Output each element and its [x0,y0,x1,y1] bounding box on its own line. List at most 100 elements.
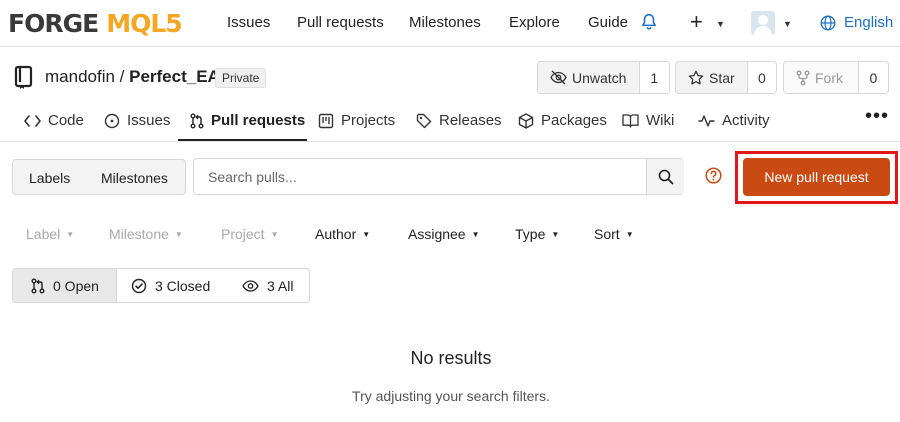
star-icon [688,70,704,85]
eye-icon [242,279,259,292]
tab-packages-label: Packages [541,112,607,129]
pull-request-icon [31,278,45,293]
fork-button[interactable]: Fork [784,62,859,93]
private-badge: Private [215,68,267,88]
star-button-group: Star 0 [675,61,777,94]
tab-projects[interactable]: Projects [318,112,395,129]
top-navbar: FORGE MQL5 Issues Pull requests Mileston… [0,0,900,47]
empty-state-subtitle: Try adjusting your search filters. [352,388,550,404]
labels-button[interactable]: Labels [29,170,70,186]
watch-count[interactable]: 1 [639,62,669,93]
watch-button-group: Unwatch 1 [537,61,670,94]
tab-projects-label: Projects [341,112,396,129]
globe-icon[interactable] [820,15,836,31]
repo-separator: / [114,67,130,86]
assignee-filter-dropdown[interactable]: Assignee ▼ [408,226,480,242]
closed-filter[interactable]: 3 Closed [131,269,210,302]
tab-pull-requests[interactable]: Pull requests [190,112,305,129]
type-filter-dropdown[interactable]: Type ▼ [515,226,559,242]
repo-owner-link[interactable]: mandofin [45,67,115,86]
chevron-down-icon: ▼ [471,230,480,239]
tab-issues[interactable]: Issues [104,112,170,129]
project-filter-dropdown[interactable]: Project ▼ [221,226,279,242]
all-filter[interactable]: 3 All [242,269,293,302]
star-label: Star [709,69,735,86]
chevron-down-icon: ▼ [270,230,279,239]
avatar[interactable] [751,11,775,35]
nav-issues[interactable]: Issues [227,14,270,31]
more-options-icon[interactable]: ••• [865,105,889,128]
state-filter-group: 0 Open 3 Closed 3 All [12,268,310,303]
milestone-filter-label: Milestone [109,226,169,242]
issue-icon [104,113,120,128]
open-count: 0 Open [53,277,99,294]
tag-icon [416,113,432,128]
empty-state-title: No results [410,348,492,368]
fork-count[interactable]: 0 [858,62,888,93]
package-icon [518,112,534,129]
nav-explore[interactable]: Explore [509,14,560,31]
author-filter-dropdown[interactable]: Author ▼ [315,226,370,242]
repo-name-link[interactable]: Perfect_EA [129,67,220,86]
tab-activity-label: Activity [722,112,770,129]
nav-guide[interactable]: Guide [588,14,628,31]
forge-mql5-logo[interactable]: FORGE MQL5 [8,8,183,38]
search-bar [193,158,684,195]
language-selector[interactable]: English [844,14,893,31]
closed-count: 3 Closed [155,277,211,294]
search-button[interactable] [646,159,684,194]
repo-icon [14,65,33,89]
star-button[interactable]: Star [676,62,748,93]
repo-tabs: Code Issues Pull requests Projects Relea… [0,104,900,142]
label-filter-label: Label [26,226,61,242]
fork-button-group: Fork 0 [783,61,889,94]
search-icon [658,169,673,184]
tab-code[interactable]: Code [24,112,84,129]
logo-mql5-text: MQL5 [106,8,182,38]
open-filter[interactable]: 0 Open [13,269,117,302]
tab-releases-label: Releases [439,112,502,129]
tab-packages[interactable]: Packages [518,112,607,129]
bell-icon[interactable] [640,13,658,31]
label-filter-dropdown[interactable]: Label ▼ [26,226,74,242]
tab-pull-requests-label: Pull requests [211,112,306,129]
check-circle-icon [131,278,147,293]
tab-wiki-label: Wiki [646,112,675,129]
unwatch-label: Unwatch [572,69,627,86]
tab-issues-label: Issues [127,112,171,129]
search-input[interactable] [194,159,646,194]
pulse-icon [698,114,715,127]
star-count[interactable]: 0 [747,62,776,93]
project-filter-label: Project [221,226,265,242]
nav-pull-requests[interactable]: Pull requests [297,14,384,31]
nav-milestones[interactable]: Milestones [409,14,481,31]
labels-milestones-group: Labels Milestones [12,159,186,195]
chevron-down-icon: ▼ [362,230,371,239]
milestones-button[interactable]: Milestones [101,170,168,186]
fork-icon [796,70,810,85]
author-filter-label: Author [315,226,357,242]
unwatch-button[interactable]: Unwatch [538,62,640,93]
tab-wiki[interactable]: Wiki [622,112,674,129]
chevron-down-icon[interactable]: ▼ [716,19,725,29]
sort-dropdown[interactable]: Sort ▼ [594,226,634,242]
chevron-down-icon[interactable]: ▼ [783,19,792,29]
logo-forge-text: FORGE [8,8,99,38]
milestone-filter-dropdown[interactable]: Milestone ▼ [109,226,183,242]
project-icon [318,113,334,128]
question-icon[interactable] [705,167,722,184]
plus-icon[interactable]: + [690,9,703,35]
type-filter-label: Type [515,226,546,242]
active-tab-indicator [178,139,307,141]
new-pull-request-button[interactable]: New pull request [743,158,890,196]
fork-label: Fork [815,69,843,86]
chevron-down-icon: ▼ [66,230,75,239]
tab-releases[interactable]: Releases [416,112,502,129]
assignee-filter-label: Assignee [408,226,466,242]
chevron-down-icon: ▼ [625,230,634,239]
eye-slash-icon [550,70,567,85]
all-count: 3 All [267,277,294,294]
code-icon [24,114,41,127]
sort-label: Sort [594,226,620,242]
tab-activity[interactable]: Activity [698,112,770,129]
